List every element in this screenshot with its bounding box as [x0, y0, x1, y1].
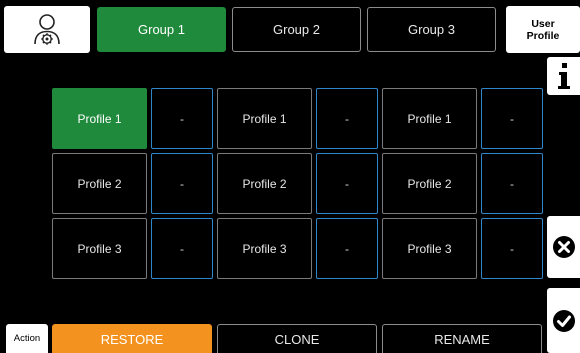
profile-value-cell[interactable]: -	[151, 88, 213, 149]
profile-value: -	[510, 111, 514, 126]
user-settings-button[interactable]	[4, 6, 90, 53]
profile-cell[interactable]: Profile 1	[52, 88, 147, 149]
tab-label: Group 2	[273, 22, 320, 37]
profile-value: -	[180, 111, 184, 126]
tab-group-1[interactable]: Group 1	[97, 7, 226, 52]
profile-value: -	[510, 241, 514, 256]
profile-label: Profile 1	[77, 111, 122, 126]
profile-value-cell[interactable]: -	[481, 88, 543, 149]
clone-button-label: CLONE	[274, 331, 320, 347]
profile-value-cell[interactable]: -	[316, 218, 378, 279]
profile-value-cell[interactable]: -	[481, 153, 543, 214]
profile-value-cell[interactable]: -	[151, 153, 213, 214]
user-profile-button[interactable]: User Profile	[506, 6, 580, 53]
close-icon	[552, 236, 575, 258]
action-label: Action	[6, 324, 48, 353]
confirm-button[interactable]	[547, 288, 580, 353]
rename-button-label: RENAME	[434, 331, 490, 347]
profile-label: Profile 1	[242, 111, 287, 126]
user-profile-label-line2: Profile	[526, 29, 560, 42]
profile-cell[interactable]: Profile 2	[382, 153, 477, 214]
profile-value-cell[interactable]: -	[481, 218, 543, 279]
profile-value: -	[345, 241, 349, 256]
user-profile-label-line1: User	[531, 17, 555, 30]
profile-label: Profile 3	[407, 241, 452, 256]
clone-button[interactable]: CLONE	[217, 324, 377, 353]
profile-cell[interactable]: Profile 3	[52, 218, 147, 279]
rename-button[interactable]: RENAME	[382, 324, 542, 353]
profile-cell[interactable]: Profile 2	[217, 153, 312, 214]
profile-cell[interactable]: Profile 1	[382, 88, 477, 149]
user-settings-icon	[34, 13, 60, 45]
profile-cell[interactable]: Profile 1	[217, 88, 312, 149]
profile-label: Profile 3	[77, 241, 122, 256]
action-label-text: Action	[13, 333, 41, 344]
profile-label: Profile 1	[407, 111, 452, 126]
tab-label: Group 3	[408, 22, 455, 37]
info-button[interactable]	[547, 57, 580, 95]
profile-value-cell[interactable]: -	[316, 153, 378, 214]
profile-cell[interactable]: Profile 3	[382, 218, 477, 279]
profile-cell[interactable]: Profile 2	[52, 153, 147, 214]
profile-label: Profile 3	[242, 241, 287, 256]
profile-value: -	[345, 176, 349, 191]
cancel-button[interactable]	[547, 216, 580, 278]
profile-value: -	[180, 176, 184, 191]
tab-label: Group 1	[138, 22, 185, 37]
tab-group-3[interactable]: Group 3	[367, 7, 496, 52]
profile-cell[interactable]: Profile 3	[217, 218, 312, 279]
profile-value: -	[180, 241, 184, 256]
profile-label: Profile 2	[242, 176, 287, 191]
checkmark-icon	[552, 309, 575, 332]
info-icon	[557, 63, 570, 89]
profile-value-cell[interactable]: -	[151, 218, 213, 279]
profile-label: Profile 2	[77, 176, 122, 191]
profile-value: -	[510, 176, 514, 191]
profile-value-cell[interactable]: -	[316, 88, 378, 149]
profile-value: -	[345, 111, 349, 126]
restore-button[interactable]: RESTORE	[52, 324, 212, 353]
profile-label: Profile 2	[407, 176, 452, 191]
tab-group-2[interactable]: Group 2	[232, 7, 361, 52]
restore-button-label: RESTORE	[100, 331, 164, 347]
